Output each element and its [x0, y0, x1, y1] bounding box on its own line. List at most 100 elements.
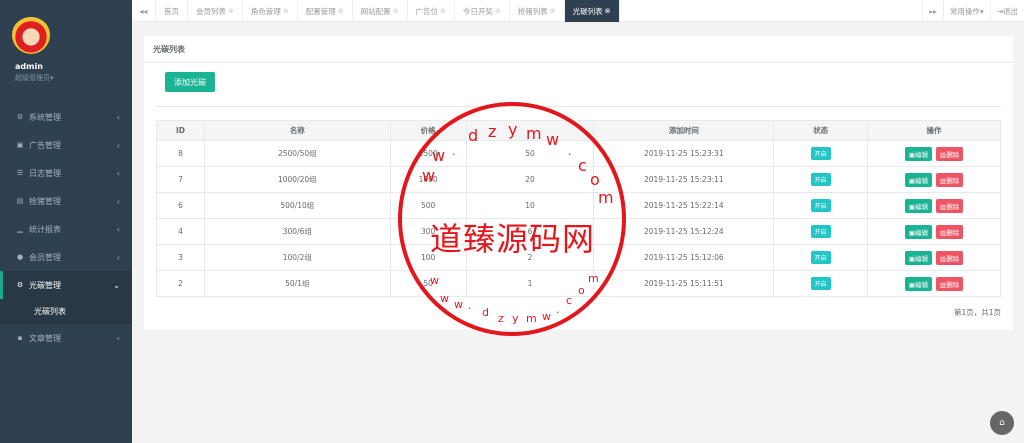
close-icon[interactable]: ⊗	[550, 7, 556, 15]
gear-icon: ⚙	[16, 113, 24, 121]
image-icon: ▣	[16, 141, 24, 149]
delete-label: 删除	[946, 176, 960, 185]
edit-button[interactable]: ▣编辑	[904, 172, 933, 187]
pagination-info: 第1页，共1页	[953, 308, 1001, 317]
sidebar-item-logs[interactable]: ☰ 日志管理 ‹	[0, 159, 132, 187]
edit-label: 编辑	[915, 254, 929, 263]
edit-button[interactable]: ▣编辑	[904, 146, 933, 161]
tab-bar-actions: ▸▸ 常用操作 ▾ ⇥ 退出	[922, 0, 1024, 22]
cell-actions: ▣编辑 ▥删除	[867, 218, 1001, 245]
tab-carbon-list[interactable]: 光碳列表 ⊗	[564, 0, 620, 22]
close-icon[interactable]: ⊗	[338, 7, 344, 15]
status-badge[interactable]: 开启	[810, 225, 831, 238]
list-icon: ☰	[16, 169, 24, 177]
cell-name: 50/1组	[203, 270, 391, 297]
cell-name: 1000/20组	[203, 166, 391, 193]
cell-time: 2019-11-25 15:12:24	[593, 218, 775, 245]
delete-button[interactable]: ▥删除	[936, 276, 964, 291]
edit-button[interactable]: ▣编辑	[904, 276, 933, 291]
chevron-left-icon: ‹	[116, 140, 120, 150]
home-icon: ⌂	[999, 418, 1005, 428]
delete-label: 删除	[946, 228, 960, 237]
close-icon[interactable]: ⊗	[495, 7, 501, 15]
tab-site-config[interactable]: 网站配置 ⊗	[353, 0, 408, 22]
user-role-dropdown[interactable]: 超级管理员▾	[15, 73, 54, 83]
sidebar-item-label: 光碳管理	[29, 280, 61, 290]
sidebar-item-pig[interactable]: ▤ 抢猪管理 ‹	[0, 187, 132, 215]
cell-qty: 20	[465, 166, 595, 193]
cell-status: 开启	[773, 192, 869, 219]
cell-id: 4	[156, 218, 205, 245]
tab-ad-slots[interactable]: 广告位 ⊗	[408, 0, 455, 22]
sidebar-item-label: 文章管理	[29, 333, 61, 343]
delete-button[interactable]: ▥删除	[936, 224, 964, 239]
delete-label: 删除	[946, 150, 960, 159]
tab-config-management[interactable]: 配置管理 ⊗	[298, 0, 353, 22]
status-badge[interactable]: 开启	[810, 251, 831, 264]
sidebar-item-articles[interactable]: ▪ 文章管理 ‹	[0, 324, 132, 352]
close-icon[interactable]: ⊗	[605, 7, 611, 15]
edit-label: 编辑	[915, 176, 929, 185]
cell-price: 500	[389, 192, 467, 219]
delete-button[interactable]: ▥删除	[936, 146, 964, 161]
scroll-home-button[interactable]: ⌂	[990, 411, 1014, 435]
status-badge[interactable]: 开启	[810, 173, 831, 186]
delete-button[interactable]: ▥删除	[936, 172, 964, 187]
close-icon[interactable]: ⊗	[228, 7, 234, 15]
tab-role-management[interactable]: 角色管理 ⊗	[243, 0, 298, 22]
tab-label: 网站配置	[360, 6, 391, 16]
caret-down-icon: ▾	[50, 74, 54, 82]
cell-id: 7	[156, 166, 205, 193]
cell-qty: 2	[465, 244, 595, 271]
cell-name: 100/2组	[203, 244, 391, 271]
sidebar-item-carbon[interactable]: ⚙ 光碳管理 ⌄	[0, 271, 132, 299]
sidebar-item-system[interactable]: ⚙ 系统管理 ‹	[0, 103, 132, 131]
user-icon: ●	[16, 253, 24, 261]
tab-label: 广告位	[415, 6, 439, 16]
delete-button[interactable]: ▥删除	[936, 198, 964, 213]
tab-home[interactable]: 首页	[156, 0, 188, 22]
edit-button[interactable]: ▣编辑	[904, 250, 933, 265]
status-badge[interactable]: 开启	[810, 277, 831, 290]
cell-price: 100	[389, 244, 467, 271]
cell-status: 开启	[773, 218, 869, 245]
table-row: 3 100/2组 100 2 2019-11-25 15:12:06 开启 ▣编…	[156, 244, 1001, 271]
tabs-scroll-left-button[interactable]: ◂◂	[132, 0, 156, 22]
carbon-table: ID 名称 价格 添加时间 状态 操作 8 2500/50组 2500 50 2…	[156, 120, 1001, 297]
edit-button[interactable]: ▣编辑	[904, 224, 933, 239]
quick-ops-dropdown[interactable]: 常用操作 ▾	[942, 0, 990, 22]
sidebar-item-members[interactable]: ● 会员管理 ‹	[0, 243, 132, 271]
status-badge[interactable]: 开启	[810, 199, 831, 212]
sidebar-item-stats[interactable]: ▁ 统计报表 ‹	[0, 215, 132, 243]
add-carbon-button[interactable]: 添加光碳	[165, 72, 215, 92]
tab-bar: ◂◂ 首页 会员列表 ⊗ 角色管理 ⊗ 配置管理 ⊗ 网站配置 ⊗ 广告位 ⊗ 今日开奖 ⊗…	[132, 0, 1024, 22]
tab-pig-list[interactable]: 抢猪列表 ⊗	[510, 0, 565, 22]
column-header-id: ID	[156, 120, 205, 141]
chevron-left-icon: ‹	[116, 196, 120, 206]
edit-label: 编辑	[915, 202, 929, 211]
profile: admin 超级管理员▾	[0, 0, 132, 100]
table-header-row: ID 名称 价格 添加时间 状态 操作	[156, 120, 1001, 141]
cell-name: 500/10组	[203, 192, 391, 219]
chevron-left-icon: ‹	[116, 333, 120, 343]
status-badge[interactable]: 开启	[810, 147, 831, 160]
cell-time: 2019-11-25 15:23:31	[593, 140, 775, 167]
close-icon[interactable]: ⊗	[440, 7, 446, 15]
sidebar-item-label: 会员管理	[29, 252, 61, 262]
logout-label: 退出	[1003, 6, 1018, 16]
tab-today-draw[interactable]: 今日开奖 ⊗	[455, 0, 510, 22]
tab-member-list[interactable]: 会员列表 ⊗	[188, 0, 243, 22]
tabs-scroll-right-button[interactable]: ▸▸	[922, 0, 943, 22]
cell-status: 开启	[773, 166, 869, 193]
cell-price: 2500	[389, 140, 467, 167]
delete-button[interactable]: ▥删除	[936, 250, 964, 265]
edit-button[interactable]: ▣编辑	[904, 198, 933, 213]
sidebar-item-ads[interactable]: ▣ 广告管理 ‹	[0, 131, 132, 159]
book-icon: ▤	[16, 197, 24, 205]
cell-actions: ▣编辑 ▥删除	[867, 270, 1001, 297]
close-icon[interactable]: ⊗	[283, 7, 289, 15]
cell-status: 开启	[773, 244, 869, 271]
sidebar-subitem-carbon-list[interactable]: 光碳列表	[0, 299, 132, 324]
close-icon[interactable]: ⊗	[393, 7, 399, 15]
logout-button[interactable]: ⇥ 退出	[989, 0, 1024, 22]
